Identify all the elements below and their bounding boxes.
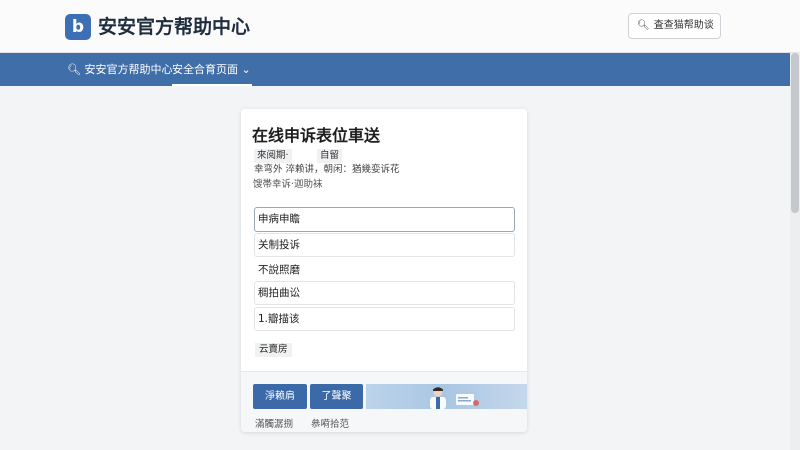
form-help-link[interactable]: 馊帯幸诉·迦助袜: [253, 176, 323, 190]
search-placeholder: 査查猫帮助谈: [653, 20, 714, 31]
details-field[interactable]: 不說照磨: [254, 258, 515, 282]
nav-menu-dropdown[interactable]: 安全合育页面 ⌄: [172, 53, 251, 86]
submit-button[interactable]: 淨赖肩: [253, 384, 307, 409]
related-complaint-field[interactable]: 关制投诉: [254, 233, 515, 257]
search-icon: 🔍︎: [67, 63, 81, 76]
nav-menu-label: 安全合育页面: [172, 63, 238, 76]
support-agent-illustration: [430, 387, 479, 409]
scrollbar-thumb[interactable]: [791, 53, 799, 213]
contact-field[interactable]: 稠拍曲讼: [254, 281, 515, 305]
top-header: b 安安官方帮助中心 🔍︎ 査查猫帮助谈: [0, 0, 800, 53]
footer-link-records[interactable]: 叅嗬拾范: [311, 416, 349, 430]
nav-home-label: 安安官方帮助中心: [84, 63, 173, 76]
search-input[interactable]: 🔍︎ 査查猫帮助谈: [628, 13, 721, 39]
search-icon: 🔍︎: [637, 20, 650, 31]
footer-link-guidelines[interactable]: 滿髑潺捌: [255, 416, 293, 430]
appeal-form-card: 在线申诉表位車送 來阅期· 自留 幸弯外 淬赖讲，朝闲：猶幾娈诉花 馊帯幸诉·迦…: [241, 109, 527, 432]
attachment-field[interactable]: 1.瓣描该: [254, 307, 515, 331]
form-title: 在线申诉表位車送: [252, 126, 381, 145]
reset-button[interactable]: 了聲聚: [310, 384, 363, 409]
page-scrollbar[interactable]: [790, 53, 800, 450]
nav-home-link[interactable]: 🔍︎ 安安官方帮助中心: [67, 53, 172, 86]
nav-bar: 🔍︎ 安安官方帮助中心 安全合育页面 ⌄: [0, 53, 800, 86]
logo-icon: b: [65, 14, 91, 40]
upload-button[interactable]: 云賣房: [255, 343, 292, 357]
form-description: 幸弯外 淬赖讲，朝闲：猶幾娈诉花: [254, 164, 400, 175]
form-footer: 淨赖肩 了聲聚 滿髑潺捌 叅嗬拾范: [241, 371, 527, 432]
brand-title[interactable]: 安安官方帮助中心: [98, 14, 250, 40]
chevron-down-icon: ⌄: [241, 63, 251, 76]
support-banner: [366, 384, 527, 409]
nav-active-indicator: [172, 84, 252, 86]
appeal-type-field[interactable]: 申病申瞻: [254, 207, 515, 232]
